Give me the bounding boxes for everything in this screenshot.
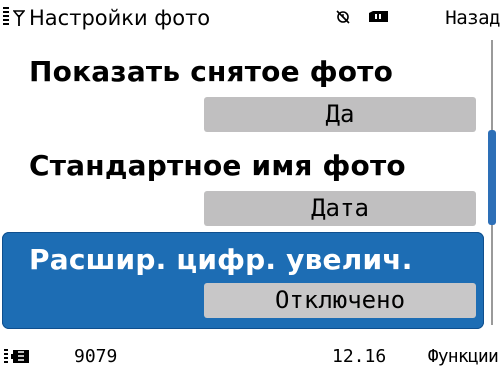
back-button[interactable]: Назад xyxy=(445,6,500,30)
functions-button[interactable]: Функции xyxy=(428,346,499,368)
battery-icon xyxy=(4,349,29,363)
setting-label: Показать снятое фото xyxy=(29,55,394,88)
top-bar: Настройки фото Назад xyxy=(0,0,500,36)
setting-value[interactable]: Дата xyxy=(204,191,476,226)
scrollbar-thumb[interactable] xyxy=(488,130,496,225)
alarm-icon xyxy=(336,10,350,24)
page-title: Настройки фото xyxy=(29,6,211,30)
setting-value[interactable]: Да xyxy=(204,97,476,132)
bottom-bar: 9079 12.16 Функции xyxy=(0,340,500,375)
setting-value[interactable]: Отключено xyxy=(204,283,476,318)
memory-card-icon xyxy=(369,11,388,22)
setting-extended-digital-zoom[interactable]: Расшир. цифр. увелич. Отключено xyxy=(2,232,484,329)
signal-icon xyxy=(3,7,9,29)
antenna-icon xyxy=(13,10,25,26)
clock: 12.16 xyxy=(332,346,387,367)
settings-list: Показать снятое фото Да Стандартное имя … xyxy=(0,36,486,330)
photo-counter: 9079 xyxy=(74,346,118,367)
scrollbar[interactable] xyxy=(487,40,497,325)
setting-default-photo-name[interactable]: Стандартное имя фото Дата xyxy=(2,134,484,231)
setting-show-captured-photo[interactable]: Показать снятое фото Да xyxy=(2,40,484,137)
setting-label: Стандартное имя фото xyxy=(29,149,406,182)
setting-label: Расшир. цифр. увелич. xyxy=(29,243,413,276)
